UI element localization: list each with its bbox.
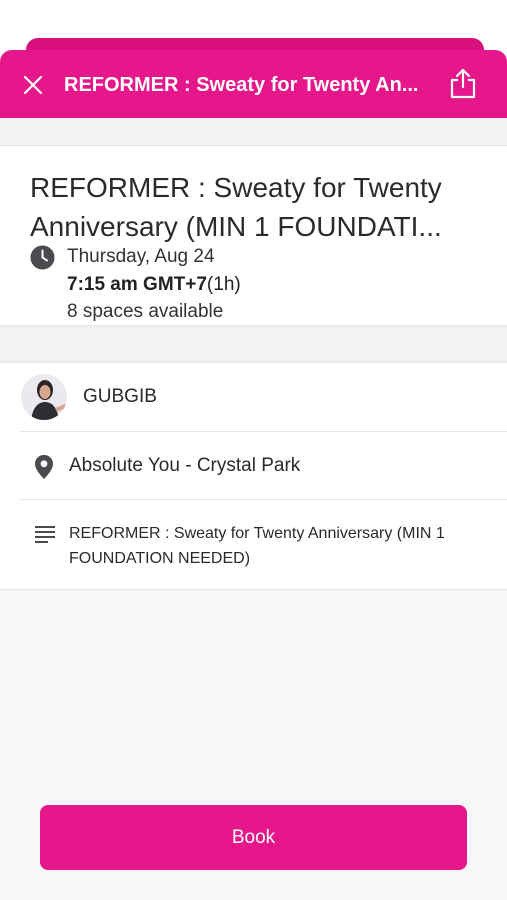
class-title: REFORMER : Sweaty for Twenty Anniversary… bbox=[30, 168, 490, 246]
share-icon[interactable] bbox=[446, 66, 480, 100]
row-divider bbox=[20, 499, 507, 500]
class-date: Thursday, Aug 24 bbox=[67, 246, 215, 267]
class-description: REFORMER : Sweaty for Twenty Anniversary… bbox=[69, 525, 445, 567]
class-start-time: 7:15 am GMT+7 bbox=[67, 274, 207, 295]
clock-icon bbox=[30, 245, 55, 270]
class-title-line2: Anniversary (MIN 1 FOUNDATI... bbox=[30, 211, 442, 242]
book-button[interactable]: Book bbox=[40, 805, 467, 870]
instructor-name[interactable]: GUBGIB bbox=[83, 386, 157, 408]
class-time: 7:15 am GMT+7(1h) bbox=[67, 274, 241, 296]
spaces-available: 8 spaces available bbox=[67, 301, 224, 322]
avatar-image bbox=[21, 374, 67, 420]
section-divider bbox=[0, 118, 507, 145]
row-divider bbox=[20, 431, 507, 432]
description-lines-icon bbox=[35, 526, 55, 543]
location-pin-icon bbox=[35, 455, 53, 479]
class-title-line1: REFORMER : Sweaty for Twenty bbox=[30, 172, 442, 203]
header-title: REFORMER : Sweaty for Twenty An... bbox=[64, 74, 419, 96]
modal-header: REFORMER : Sweaty for Twenty An... bbox=[0, 50, 507, 118]
section-divider bbox=[0, 325, 507, 363]
instructor-avatar[interactable] bbox=[21, 374, 67, 420]
close-icon[interactable] bbox=[20, 72, 46, 98]
location-name[interactable]: Absolute You - Crystal Park bbox=[69, 455, 300, 477]
class-duration: (1h) bbox=[206, 274, 241, 295]
